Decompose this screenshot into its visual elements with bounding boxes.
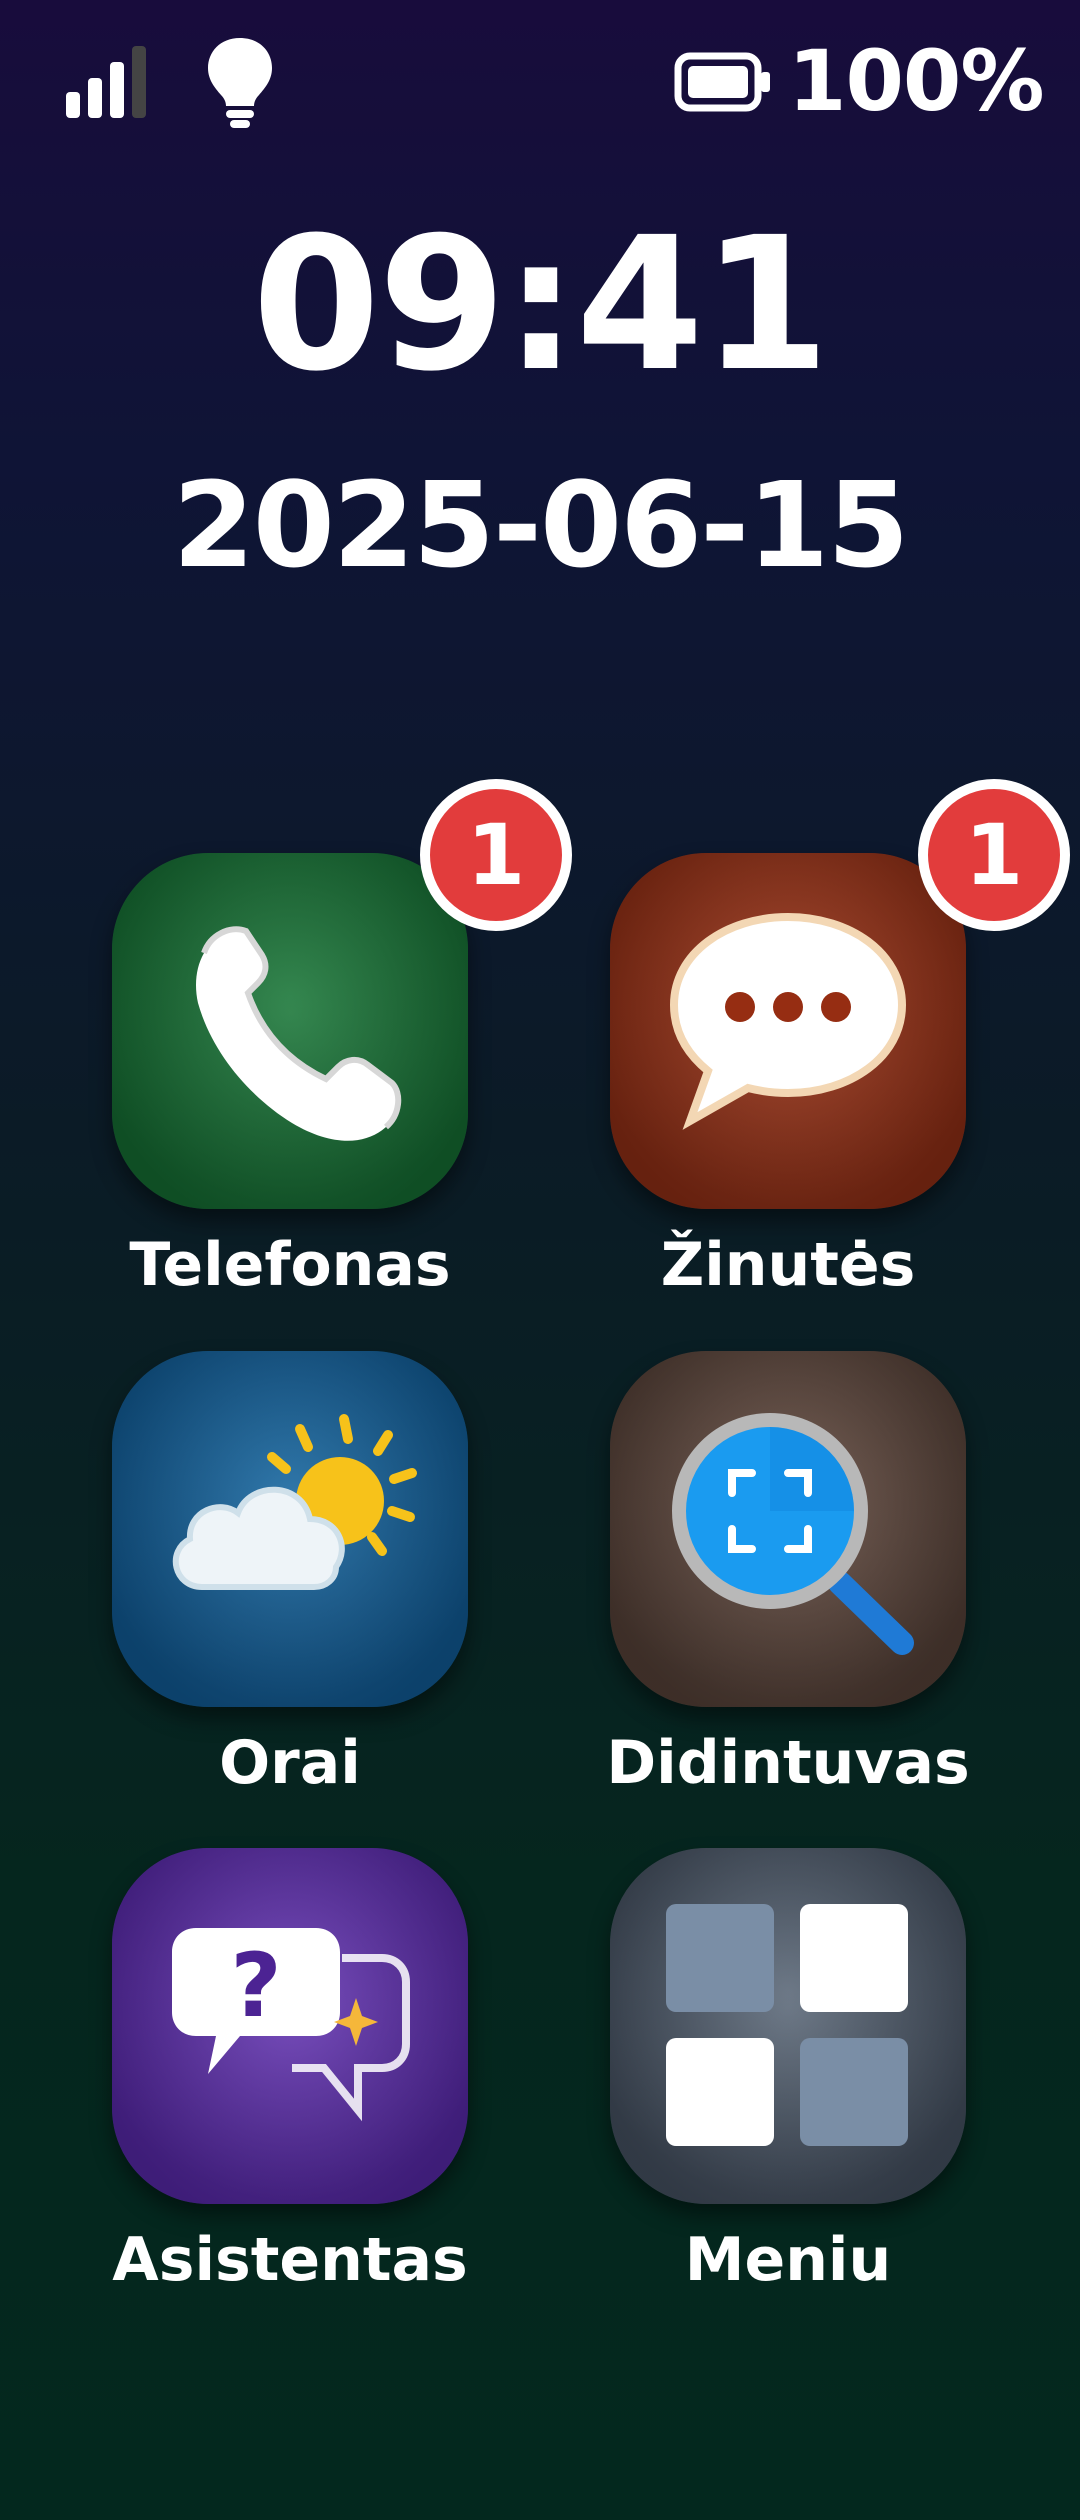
battery-icon	[674, 52, 770, 112]
app-orai[interactable]: Orai	[82, 1351, 482, 1811]
assistant-app-tile[interactable]: ?	[112, 1848, 468, 2204]
app-label: Orai	[219, 1728, 361, 1798]
app-label: Didintuvas	[606, 1728, 970, 1798]
menu-app-tile[interactable]	[610, 1848, 966, 2204]
app-telefonas[interactable]: 1 Telefonas	[82, 779, 572, 1313]
magnifier-app-tile[interactable]	[610, 1351, 966, 1707]
app-meniu[interactable]: Meniu	[580, 1848, 980, 2308]
chat-bubble-icon	[669, 912, 907, 1130]
app-asistentas[interactable]: ? Asistentas	[82, 1848, 482, 2308]
app-label: Asistentas	[112, 2225, 468, 2295]
battery-percentage: 100%	[788, 32, 1045, 130]
phone-icon	[196, 926, 402, 1141]
lightbulb-icon	[208, 38, 272, 128]
app-label: Žinutės	[660, 1230, 916, 1300]
app-didintuvas[interactable]: Didintuvas	[580, 1351, 980, 1811]
clock-time: 09:41	[252, 198, 830, 412]
notification-badge: 1	[420, 779, 572, 931]
status-bar: 100%	[0, 0, 1080, 160]
app-label: Telefonas	[129, 1230, 451, 1300]
weather-icon	[172, 1414, 417, 1590]
notification-badge: 1	[918, 779, 1070, 931]
app-zinutes[interactable]: 1 Žinutės	[580, 779, 1070, 1313]
weather-app-tile[interactable]	[112, 1351, 468, 1707]
svg-text:?: ?	[230, 1934, 281, 2037]
assistant-icon: ?	[172, 1928, 410, 2122]
signal-icon	[66, 46, 146, 118]
menu-grid-icon	[666, 1904, 908, 2146]
app-label: Meniu	[684, 2225, 892, 2295]
magnifier-icon	[672, 1413, 914, 1655]
messages-app-tile[interactable]	[610, 853, 966, 1209]
phone-app-tile[interactable]	[112, 853, 468, 1209]
clock-date: 2025-06-15	[172, 456, 910, 594]
